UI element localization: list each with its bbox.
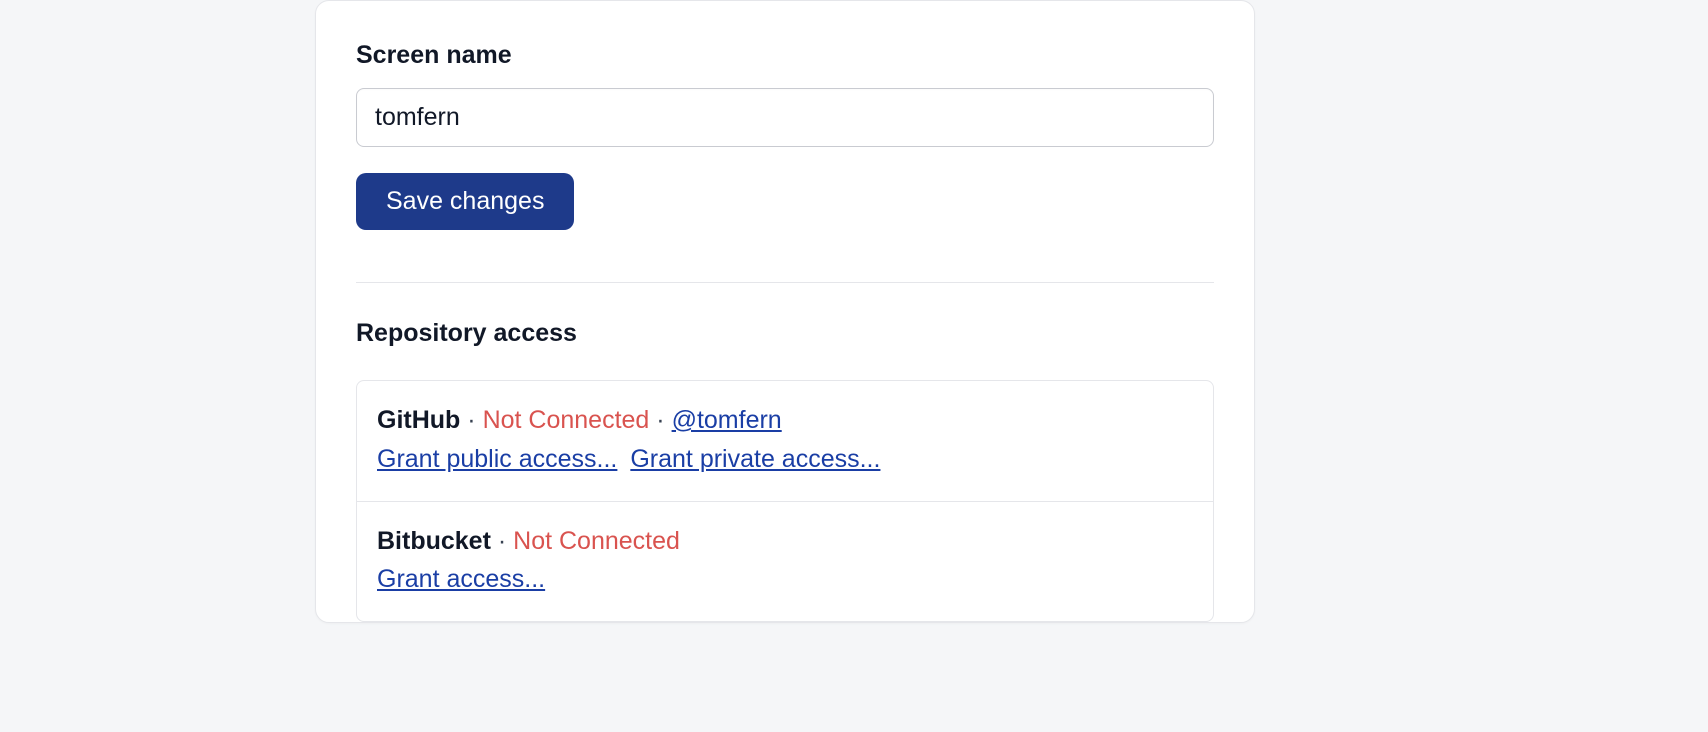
repository-provider-list: GitHub · Not Connected · @tomfern Grant …: [356, 380, 1214, 622]
connection-status: Not Connected: [513, 527, 680, 555]
repository-access-heading: Repository access: [356, 319, 1214, 348]
separator-dot: ·: [467, 406, 482, 434]
grant-access-link[interactable]: Grant access...: [377, 565, 545, 593]
provider-handle-link[interactable]: @tomfern: [672, 406, 782, 434]
repo-provider-bitbucket: Bitbucket · Not Connected Grant access..…: [357, 501, 1213, 622]
screen-name-input[interactable]: [356, 88, 1214, 147]
grant-private-access-link[interactable]: Grant private access...: [630, 445, 880, 473]
repo-provider-line: Bitbucket · Not Connected: [377, 522, 1193, 561]
provider-name: GitHub: [377, 406, 460, 434]
save-changes-button[interactable]: Save changes: [356, 173, 574, 230]
provider-name: Bitbucket: [377, 527, 491, 555]
connection-status: Not Connected: [483, 406, 650, 434]
repo-provider-line: GitHub · Not Connected · @tomfern: [377, 401, 1193, 440]
section-divider: [356, 282, 1214, 283]
repo-provider-github: GitHub · Not Connected · @tomfern Grant …: [357, 381, 1213, 501]
grant-links-row: Grant public access... Grant private acc…: [377, 440, 1193, 479]
grant-public-access-link[interactable]: Grant public access...: [377, 445, 617, 473]
separator-dot: ·: [498, 527, 513, 555]
page-background: Screen name Save changes Repository acce…: [0, 0, 1708, 732]
settings-card: Screen name Save changes Repository acce…: [315, 0, 1255, 623]
separator-dot: ·: [656, 406, 671, 434]
grant-links-row: Grant access...: [377, 560, 1193, 599]
screen-name-label: Screen name: [356, 41, 1214, 70]
